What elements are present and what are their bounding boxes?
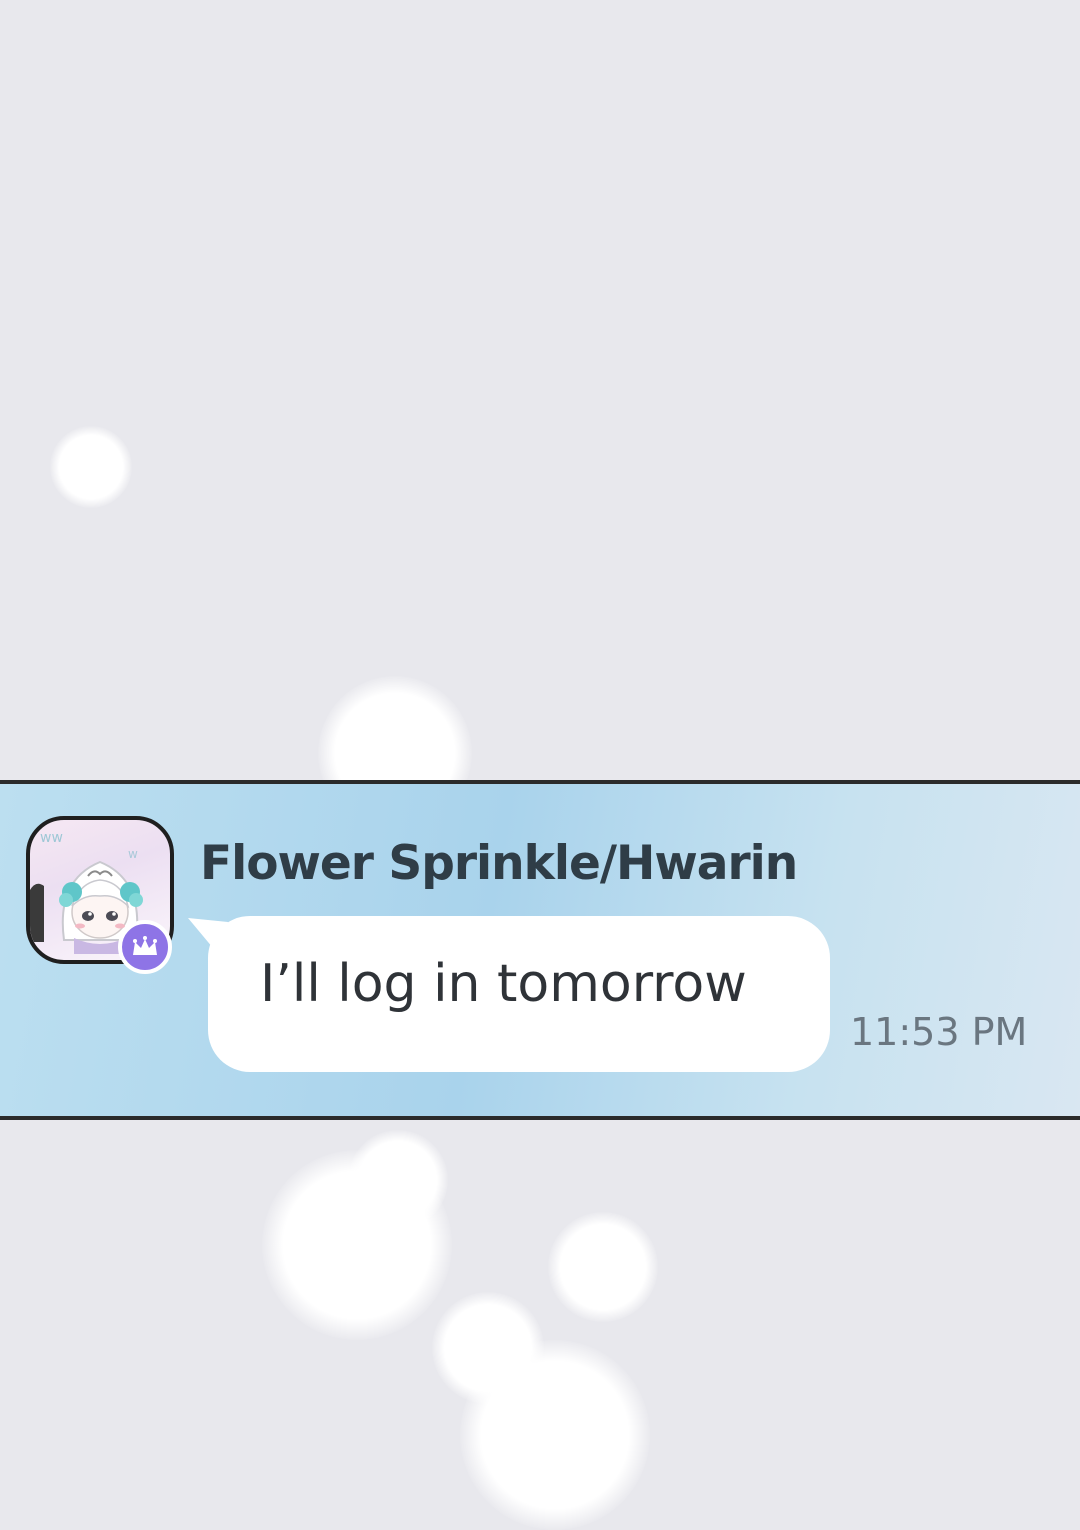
chat-message-row: ww w Flower Sprinkle/Hwarin I’ll log in … xyxy=(0,780,1080,1120)
bokeh-light xyxy=(460,1340,650,1530)
svg-text:ww: ww xyxy=(40,830,63,846)
crown-icon xyxy=(118,920,172,974)
bokeh-light xyxy=(548,1212,658,1322)
message-bubble[interactable]: I’ll log in tomorrow xyxy=(208,916,830,1072)
message-text: I’ll log in tomorrow xyxy=(260,954,747,1014)
sender-name: Flower Sprinkle/Hwarin xyxy=(200,836,798,891)
bokeh-light xyxy=(50,426,132,508)
bokeh-light xyxy=(348,1130,448,1230)
svg-text:w: w xyxy=(128,847,138,861)
message-timestamp: 11:53 PM xyxy=(850,1010,1028,1054)
